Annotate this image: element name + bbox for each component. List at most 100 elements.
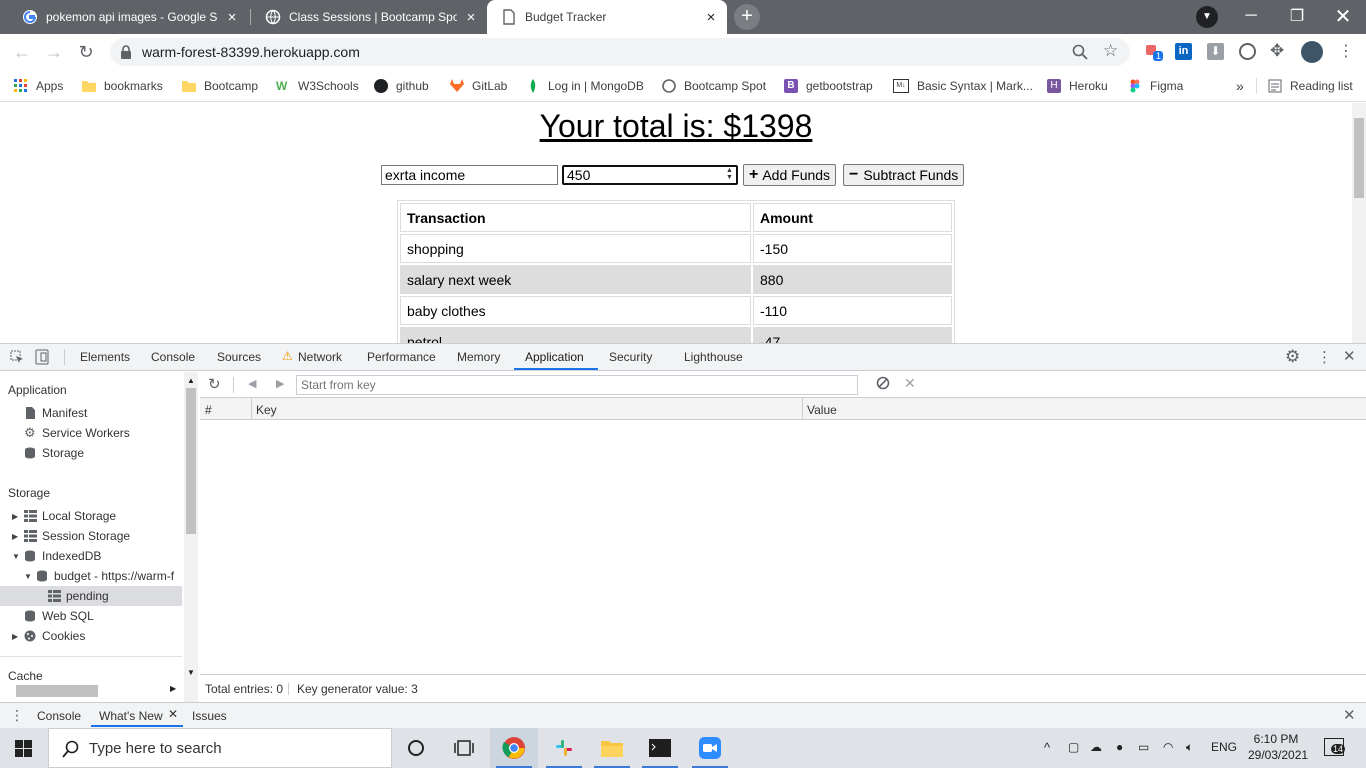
subtract-funds-button[interactable]: − Subtract Funds xyxy=(843,164,965,186)
sidebar-item-manifest[interactable]: Manifest xyxy=(24,403,87,423)
transaction-amount-input[interactable] xyxy=(562,165,738,185)
tab-budget-tracker[interactable]: Budget Tracker × xyxy=(487,0,727,34)
bookmarks-overflow-button[interactable]: » xyxy=(1236,76,1244,96)
cortana-icon[interactable] xyxy=(392,728,440,768)
column-header-value[interactable]: Value xyxy=(807,403,837,417)
tab-google-search[interactable]: pokemon api images - Google Se × xyxy=(8,0,248,34)
new-tab-button[interactable]: + xyxy=(734,4,760,30)
scroll-up-icon[interactable]: ▲ xyxy=(187,376,195,385)
download-icon[interactable]: ⬇ xyxy=(1207,43,1224,60)
address-bar[interactable]: warm-forest-83399.herokuapp.com ☆ xyxy=(110,38,1130,66)
close-drawer-icon[interactable]: ✕ xyxy=(1343,706,1356,724)
forward-icon[interactable]: → xyxy=(44,42,64,62)
bookmark-getbootstrap[interactable]: B getbootstrap xyxy=(784,76,873,96)
tab-network[interactable]: Network xyxy=(298,350,342,364)
bookmark-bookmarks-folder[interactable]: bookmarks xyxy=(82,76,163,96)
show-hidden-icons[interactable]: ^ xyxy=(1044,740,1050,755)
minimize-icon[interactable]: ─ xyxy=(1228,0,1274,32)
lock-icon[interactable] xyxy=(120,45,132,59)
previous-page-icon[interactable]: ◀ xyxy=(248,377,256,390)
windows-start-icon[interactable] xyxy=(15,740,32,757)
inspect-element-icon[interactable] xyxy=(10,350,24,364)
expand-triangle-icon[interactable]: ▶ xyxy=(12,532,20,541)
bookmark-markdown[interactable]: M↓ Basic Syntax | Mark... xyxy=(893,76,1033,96)
meet-now-icon[interactable]: ▢ xyxy=(1068,740,1079,754)
sidebar-item-cookies[interactable]: ▶ Cookies xyxy=(12,626,85,646)
tab-lighthouse[interactable]: Lighthouse xyxy=(684,350,743,364)
bookmark-github[interactable]: github xyxy=(374,76,429,96)
sidebar-item-web-sql[interactable]: Web SQL xyxy=(24,606,94,626)
profile-dropdown-icon[interactable]: ▼ xyxy=(1196,6,1218,28)
bookmark-star-icon[interactable]: ☆ xyxy=(1103,41,1118,61)
linkedin-icon[interactable]: in xyxy=(1175,43,1192,60)
devtools-menu-icon[interactable]: ⋮ xyxy=(1317,348,1332,366)
bookmark-bootcamp-spot[interactable]: Bootcamp Spot xyxy=(662,76,766,96)
clock[interactable]: 6:10 PM 29/03/2021 xyxy=(1248,731,1308,763)
drawer-menu-icon[interactable]: ⋮ xyxy=(10,707,24,724)
bookmark-gitlab[interactable]: GitLab xyxy=(450,76,507,96)
notification-center-icon[interactable]: 14 xyxy=(1324,738,1346,756)
window-close-icon[interactable]: ✕ xyxy=(1320,0,1366,32)
zoom-app-icon[interactable] xyxy=(686,728,734,768)
extension-circle-icon[interactable] xyxy=(1239,43,1256,60)
sidebar-item-pending-store[interactable]: pending xyxy=(48,586,109,606)
close-tab-icon[interactable]: × xyxy=(703,9,719,26)
expand-triangle-icon[interactable]: ▶ xyxy=(12,512,20,521)
devtools-close-icon[interactable]: ✕ xyxy=(1343,347,1356,365)
bookmark-apps[interactable]: Apps xyxy=(14,76,63,96)
sidebar-scrollbar[interactable]: ▲ ▼ xyxy=(184,372,198,702)
tab-performance[interactable]: Performance xyxy=(367,350,436,364)
device-toolbar-icon[interactable] xyxy=(35,349,49,365)
add-funds-button[interactable]: + Add Funds xyxy=(743,164,837,186)
tab-memory[interactable]: Memory xyxy=(457,350,500,364)
menu-kebab-icon[interactable]: ⋮ xyxy=(1338,41,1354,61)
wifi-icon[interactable]: ◠ xyxy=(1163,740,1173,754)
collapse-triangle-icon[interactable]: ▼ xyxy=(12,552,20,561)
taskbar-search-box[interactable]: Type here to search xyxy=(48,728,392,768)
tab-class-sessions[interactable]: Class Sessions | Bootcamp Spot × xyxy=(251,0,487,34)
task-view-icon[interactable] xyxy=(440,728,488,768)
sidebar-item-budget-db[interactable]: ▼ budget - https://warm-f xyxy=(24,566,174,586)
bookmark-bootcamp-folder[interactable]: Bootcamp xyxy=(182,76,258,96)
transaction-name-input[interactable] xyxy=(381,165,558,185)
page-scrollbar-thumb[interactable] xyxy=(1354,118,1364,198)
chrome-taskbar-icon[interactable] xyxy=(490,728,538,768)
bookmark-heroku[interactable]: H Heroku xyxy=(1047,76,1108,96)
sidebar-scrollbar-thumb[interactable] xyxy=(186,388,196,534)
bookmark-figma[interactable]: Figma xyxy=(1128,76,1183,96)
extension-icon[interactable]: 1 xyxy=(1144,42,1164,62)
reading-list-button[interactable]: Reading list xyxy=(1268,76,1353,96)
expand-triangle-icon[interactable]: ▶ xyxy=(12,632,20,641)
volume-icon[interactable]: 🔈︎ xyxy=(1186,740,1193,755)
url-text[interactable]: warm-forest-83399.herokuapp.com xyxy=(142,44,360,60)
slack-taskbar-icon[interactable] xyxy=(540,728,588,768)
refresh-icon[interactable]: ↻ xyxy=(208,375,221,393)
settings-gear-icon[interactable]: ⚙ xyxy=(1285,347,1300,367)
back-icon[interactable]: ← xyxy=(12,42,32,62)
start-from-key-input[interactable] xyxy=(296,375,858,395)
terminal-icon[interactable] xyxy=(636,728,684,768)
delete-selected-icon[interactable]: ✕ xyxy=(904,375,916,392)
scroll-right-icon[interactable]: ▶ xyxy=(170,684,176,693)
tab-console[interactable]: Console xyxy=(151,350,195,364)
close-tab-icon[interactable]: × xyxy=(224,9,240,26)
language-indicator[interactable]: ENG xyxy=(1211,740,1237,754)
tab-sources[interactable]: Sources xyxy=(217,350,261,364)
sidebar-item-indexeddb[interactable]: ▼ IndexedDB xyxy=(12,546,101,566)
extensions-puzzle-icon[interactable]: ✥ xyxy=(1270,41,1284,61)
restore-icon[interactable]: ❐ xyxy=(1274,0,1320,32)
clear-store-icon[interactable] xyxy=(876,376,890,390)
microphone-icon[interactable]: ● xyxy=(1116,740,1123,754)
onedrive-icon[interactable]: ☁ xyxy=(1090,740,1102,754)
drawer-tab-console[interactable]: Console xyxy=(37,709,81,723)
bookmark-mongodb[interactable]: Log in | MongoDB xyxy=(526,76,644,96)
number-spinner-icon[interactable]: ▲ ▼ xyxy=(726,167,733,181)
drawer-tab-whats-new[interactable]: What's New xyxy=(99,709,163,723)
reload-icon[interactable]: ↻ xyxy=(76,42,96,62)
sidebar-horizontal-scrollbar[interactable] xyxy=(16,685,98,697)
file-explorer-icon[interactable] xyxy=(588,728,636,768)
column-header-key[interactable]: Key xyxy=(256,403,277,417)
sidebar-item-session-storage[interactable]: ▶ Session Storage xyxy=(12,526,130,546)
column-header-index[interactable]: # xyxy=(205,403,212,417)
tab-security[interactable]: Security xyxy=(609,350,652,364)
